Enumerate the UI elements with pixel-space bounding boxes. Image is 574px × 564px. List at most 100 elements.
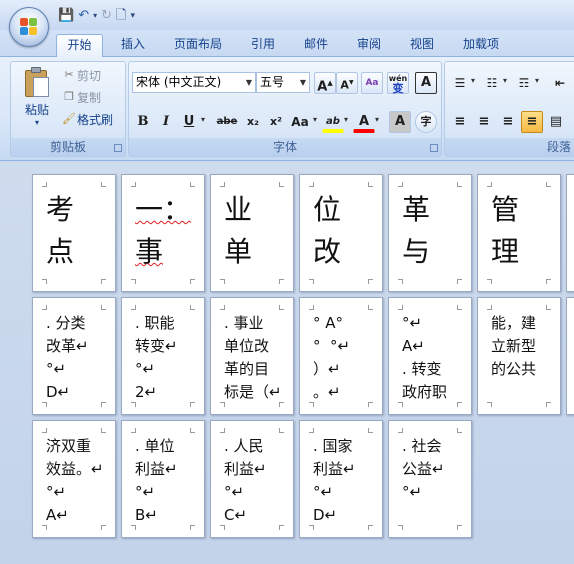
multilevel-list-icon[interactable]: ☶ [513, 72, 535, 94]
strikethrough-button[interactable]: abe [213, 111, 241, 133]
clipboard-group: 粘贴 ▾ ✂ 剪切 ❐ 复制 🖌 格式刷 剪贴板 [10, 61, 126, 157]
tab-references[interactable]: 引用 [244, 34, 282, 57]
bullets-icon[interactable]: ☰ [449, 72, 471, 94]
page-text: 革 与 [402, 193, 431, 268]
page-16[interactable]: . 国家 利益↵ °↵ D↵ [299, 420, 383, 538]
cut-button[interactable]: ✂ 剪切 [61, 66, 101, 84]
format-painter-icon: 🖌 [62, 112, 76, 125]
page-2[interactable]: 一： 事 [121, 174, 205, 292]
copy-button[interactable]: ❐ 复制 [61, 88, 101, 106]
tab-home[interactable]: 开始 [56, 34, 103, 57]
font-size-combo[interactable]: 五号 ▼ [256, 72, 310, 93]
page-partial-1[interactable] [566, 174, 574, 292]
redo-icon[interactable]: ↻ [101, 8, 112, 24]
page-1[interactable]: 考 点 [32, 174, 116, 292]
font-name-combo[interactable]: 宋体 (中文正文) ▼ [132, 72, 256, 93]
page-partial-2[interactable] [566, 297, 574, 415]
paste-dropdown-icon[interactable]: ▾ [35, 118, 39, 127]
font-name-value: 宋体 (中文正文) [136, 75, 222, 89]
font-group: 宋体 (中文正文) ▼ 五号 ▼ A▲ A▼ Aa wén 变 A B I U … [128, 61, 442, 157]
tab-mailings[interactable]: 邮件 [297, 34, 335, 57]
highlight-dropdown-icon[interactable]: ▾ [344, 115, 348, 124]
copy-label: 复制 [77, 90, 102, 105]
copy-icon: ❐ [64, 90, 74, 103]
grow-font-icon: A [317, 79, 328, 95]
superscript-button[interactable]: x² [265, 111, 287, 133]
paste-button[interactable]: 粘贴 ▾ [17, 65, 57, 127]
page-text: °↵ A↵ . 转变 政府职 [402, 314, 448, 401]
font-color-button[interactable]: A [353, 111, 375, 133]
bold-button[interactable]: B [132, 111, 154, 133]
decrease-indent-icon[interactable]: ⇤ [549, 72, 571, 94]
page-4[interactable]: 位 改 [299, 174, 383, 292]
italic-button[interactable]: I [155, 111, 177, 133]
bullets-dropdown-icon[interactable]: ▾ [471, 76, 475, 85]
page-text: 济双重 效益。↵ °↵ A↵ [46, 437, 104, 524]
font-size-dropdown-icon[interactable]: ▼ [300, 73, 306, 92]
save-icon[interactable]: 💾 [58, 8, 74, 24]
underline-dropdown-icon[interactable]: ▾ [201, 115, 205, 124]
customize-qat-icon[interactable]: ▾ [130, 8, 135, 24]
clipboard-group-label: 剪贴板 [11, 138, 125, 156]
undo-icon[interactable]: ↶ [78, 8, 89, 24]
align-left-icon[interactable]: ≡ [449, 111, 471, 133]
paragraph-group-label: 段落 [445, 138, 574, 156]
page-9[interactable]: . 事业 单位改 革的目 标是（↵ [210, 297, 294, 415]
phonetic-guide-button[interactable]: wén 变 [387, 72, 409, 94]
page-11[interactable]: °↵ A↵ . 转变 政府职 [388, 297, 472, 415]
office-button[interactable] [9, 7, 49, 47]
page-17[interactable]: . 社会 公益↵ °↵ [388, 420, 472, 538]
align-right-icon[interactable]: ≡ [497, 111, 519, 133]
page-text: . 社会 公益↵ °↵ [402, 437, 445, 501]
justify-icon[interactable]: ≡ [521, 111, 543, 133]
document-area[interactable]: 考 点 一： 事 业 单 位 改 革 与 管 理 . 分类 改革↵ °↵ D↵ … [0, 162, 574, 564]
paragraph-group: ☰ ▾ ☷ ▾ ☶ ▾ ⇤ ≡ ≡ ≡ ≡ ▤ 段落 [444, 61, 574, 157]
page-7[interactable]: . 分类 改革↵ °↵ D↵ [32, 297, 116, 415]
distributed-align-icon[interactable]: ▤ [545, 111, 567, 133]
multilevel-dropdown-icon[interactable]: ▾ [535, 76, 539, 85]
tab-page-layout[interactable]: 页面布局 [168, 34, 228, 57]
page-text: . 事业 单位改 革的目 标是（↵ [224, 314, 282, 401]
page-text: 位 改 [313, 193, 342, 268]
page-5[interactable]: 革 与 [388, 174, 472, 292]
page-6[interactable]: 管 理 [477, 174, 561, 292]
new-document-icon[interactable]: 🗋 [116, 8, 126, 24]
undo-dropdown-icon[interactable]: ▾ [93, 8, 97, 24]
clear-formatting-button[interactable]: Aa [361, 72, 383, 94]
title-bar: 💾 ↶ ▾ ↻ 🗋 ▾ [0, 0, 574, 47]
page-10[interactable]: ° A° ° °↵ ）↵ 。↵ [299, 297, 383, 415]
format-painter-button[interactable]: 🖌 格式刷 [61, 110, 113, 128]
scissors-icon: ✂ [64, 68, 74, 81]
ribbon-tab-bar: 开始 插入 页面布局 引用 邮件 审阅 视图 加载项 [0, 30, 574, 57]
page-8[interactable]: . 职能 转变↵ °↵ 2↵ [121, 297, 205, 415]
tab-review[interactable]: 审阅 [350, 34, 388, 57]
font-dialog-launcher-icon[interactable] [430, 144, 438, 152]
page-14[interactable]: . 单位 利益↵ °↵ B↵ [121, 420, 205, 538]
grow-font-button[interactable]: A▲ [314, 72, 336, 94]
underline-button[interactable]: U [178, 111, 200, 133]
subscript-button[interactable]: x₂ [242, 111, 264, 133]
font-name-dropdown-icon[interactable]: ▼ [246, 73, 252, 92]
quick-access-toolbar: 💾 ↶ ▾ ↻ 🗋 ▾ [58, 7, 135, 25]
page-text: . 职能 转变↵ °↵ 2↵ [135, 314, 178, 401]
clipboard-dialog-launcher-icon[interactable] [114, 144, 122, 152]
page-3[interactable]: 业 单 [210, 174, 294, 292]
shrink-font-button[interactable]: A▼ [336, 72, 358, 94]
page-text: 能，建 立新型 的公共 [491, 314, 537, 378]
page-13[interactable]: 济双重 效益。↵ °↵ A↵ [32, 420, 116, 538]
change-case-button[interactable]: Aa [287, 111, 313, 133]
font-color-dropdown-icon[interactable]: ▾ [375, 115, 379, 124]
character-shading-button[interactable]: A [389, 111, 411, 133]
tab-insert[interactable]: 插入 [114, 34, 152, 57]
tab-addins[interactable]: 加载项 [456, 34, 506, 57]
tab-view[interactable]: 视图 [403, 34, 441, 57]
numbering-icon[interactable]: ☷ [481, 72, 503, 94]
page-12[interactable]: 能，建 立新型 的公共 [477, 297, 561, 415]
page-15[interactable]: . 人民 利益↵ °↵ C↵ [210, 420, 294, 538]
change-case-dropdown-icon[interactable]: ▾ [313, 115, 317, 124]
align-center-icon[interactable]: ≡ [473, 111, 495, 133]
text-highlight-button[interactable]: ab [322, 111, 344, 133]
character-border-button[interactable]: A [415, 72, 437, 94]
enclose-characters-button[interactable]: 字 [415, 111, 437, 133]
numbering-dropdown-icon[interactable]: ▾ [503, 76, 507, 85]
